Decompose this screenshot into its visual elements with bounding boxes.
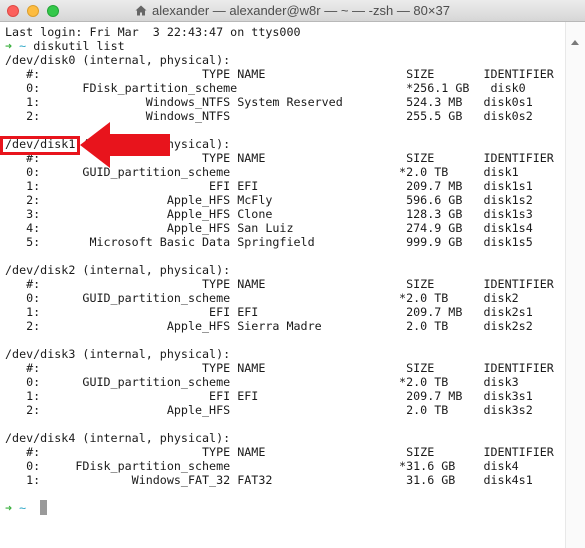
window-title: alexander — alexander@w8r — ~ — -zsh — 8… xyxy=(152,3,450,18)
scroll-up-icon[interactable] xyxy=(571,40,579,45)
text-cursor xyxy=(40,500,47,515)
partition-line: #: TYPE NAME SIZE IDENTIFIER xyxy=(5,67,554,81)
partition-line: 0: FDisk_partition_scheme *256.1 GB disk… xyxy=(5,81,526,95)
prompt-directory: ~ xyxy=(19,501,27,515)
partition-line: 0: GUID_partition_scheme *2.0 TB disk3 xyxy=(5,375,519,389)
red-arrow-icon xyxy=(80,122,170,168)
partition-line: 0: GUID_partition_scheme *2.0 TB disk2 xyxy=(5,291,519,305)
current-prompt[interactable]: ➜ ~ xyxy=(5,501,26,515)
prompt-arrow-icon: ➜ xyxy=(5,501,13,515)
partition-line: 2: Apple_HFS 2.0 TB disk3s2 xyxy=(5,403,533,417)
partition-line: 1: Windows_NTFS System Reserved 524.3 MB… xyxy=(5,95,533,109)
partition-line: 0: FDisk_partition_scheme *31.6 GB disk4 xyxy=(5,459,519,473)
disk-header-line: /dev/disk3 (internal, physical): xyxy=(5,347,231,361)
partition-line: #: TYPE NAME SIZE IDENTIFIER xyxy=(5,445,554,459)
partition-line: 1: EFI EFI 209.7 MB disk3s1 xyxy=(5,389,533,403)
partition-line: 2: Apple_HFS Sierra Madre 2.0 TB disk2s2 xyxy=(5,319,533,333)
title-bar[interactable]: alexander — alexander@w8r — ~ — -zsh — 8… xyxy=(0,0,585,22)
window-title-area: alexander — alexander@w8r — ~ — -zsh — 8… xyxy=(0,3,585,18)
vertical-scrollbar[interactable] xyxy=(565,22,585,548)
command-text: diskutil list xyxy=(33,39,125,53)
disk-header-line: /dev/disk0 (internal, physical): xyxy=(5,53,231,67)
partition-line: 1: Windows_FAT_32 FAT32 31.6 GB disk4s1 xyxy=(5,473,533,487)
partition-line: 3: Apple_HFS Clone 128.3 GB disk1s3 xyxy=(5,207,533,221)
partition-line: 2: Windows_NTFS 255.5 GB disk0s2 xyxy=(5,109,533,123)
prompt-arrow-icon: ➜ xyxy=(5,39,13,53)
partition-line: 1: EFI EFI 209.7 MB disk1s1 xyxy=(5,179,533,193)
prompt-directory: ~ xyxy=(19,39,27,53)
partition-line: 1: EFI EFI 209.7 MB disk2s1 xyxy=(5,305,533,319)
command-line: ➜ ~ diskutil list xyxy=(5,39,125,53)
home-icon xyxy=(135,5,147,16)
partition-line: 2: Apple_HFS McFly 596.6 GB disk1s2 xyxy=(5,193,533,207)
disk-header-line: /dev/disk2 (internal, physical): xyxy=(5,263,231,277)
disk1-highlight-box xyxy=(0,136,80,155)
partition-line: 4: Apple_HFS San Luiz 274.9 GB disk1s4 xyxy=(5,221,533,235)
disk-header-line: /dev/disk4 (internal, physical): xyxy=(5,431,231,445)
terminal-window: alexander — alexander@w8r — ~ — -zsh — 8… xyxy=(0,0,585,548)
partition-line: 5: Microsoft Basic Data Springfield 999.… xyxy=(5,235,533,249)
last-login-line: Last login: Fri Mar 3 22:43:47 on ttys00… xyxy=(5,25,301,39)
partition-line: #: TYPE NAME SIZE IDENTIFIER xyxy=(5,277,554,291)
partition-line: #: TYPE NAME SIZE IDENTIFIER xyxy=(5,361,554,375)
terminal-content[interactable]: Last login: Fri Mar 3 22:43:47 on ttys00… xyxy=(0,22,565,548)
